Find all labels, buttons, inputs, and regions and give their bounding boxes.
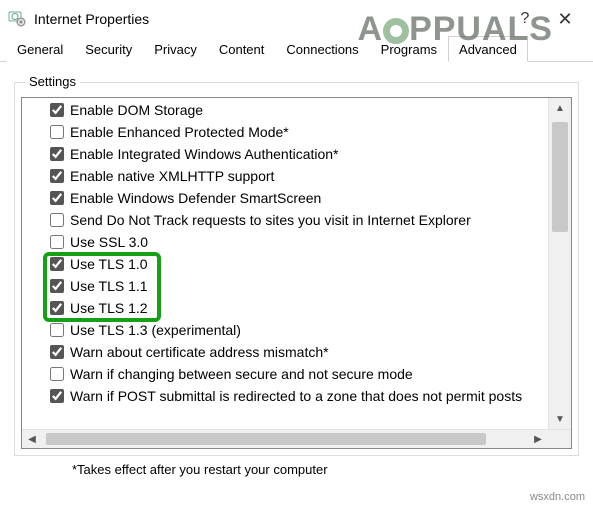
settings-label: Use TLS 1.1	[70, 278, 148, 294]
settings-label: Use TLS 1.2	[70, 300, 148, 316]
settings-row: Send Do Not Track requests to sites you …	[22, 209, 548, 231]
tab-general[interactable]: General	[6, 36, 74, 62]
settings-row: Warn about certificate address mismatch*	[22, 341, 548, 363]
settings-legend: Settings	[25, 74, 80, 89]
settings-checkbox[interactable]	[50, 213, 64, 227]
settings-label: Use SSL 3.0	[70, 234, 148, 250]
settings-checkbox[interactable]	[50, 279, 64, 293]
settings-row: Use TLS 1.3 (experimental)	[22, 319, 548, 341]
settings-row: Use TLS 1.2	[22, 297, 548, 319]
settings-label: Enable native XMLHTTP support	[70, 168, 274, 184]
tab-connections[interactable]: Connections	[275, 36, 369, 62]
settings-row: Enable DOM Storage	[22, 99, 548, 121]
tabstrip: GeneralSecurityPrivacyContentConnections…	[0, 36, 593, 62]
tab-privacy[interactable]: Privacy	[143, 36, 208, 62]
scroll-right-arrow[interactable]: ▶	[528, 430, 548, 448]
horizontal-scrollbar[interactable]: ◀ ▶	[22, 429, 571, 448]
scroll-left-arrow[interactable]: ◀	[22, 430, 42, 448]
settings-checkbox[interactable]	[50, 301, 64, 315]
settings-row: Enable native XMLHTTP support	[22, 165, 548, 187]
settings-row: Enable Integrated Windows Authentication…	[22, 143, 548, 165]
internet-options-icon	[8, 10, 26, 28]
settings-row: Warn if POST submittal is redirected to …	[22, 385, 548, 407]
settings-list: Enable DOM Storage Enable Enhanced Protec…	[22, 98, 548, 429]
settings-listbox: Enable DOM Storage Enable Enhanced Protec…	[21, 97, 572, 449]
settings-checkbox[interactable]	[50, 147, 64, 161]
tab-content-advanced: Settings Enable DOM Storage Enable Enhanc…	[0, 62, 593, 477]
restart-footnote: *Takes effect after you restart your com…	[14, 456, 579, 477]
settings-label: Warn about certificate address mismatch*	[70, 344, 329, 360]
close-button[interactable]: ✕	[545, 5, 585, 33]
settings-checkbox[interactable]	[50, 103, 64, 117]
settings-group: Settings Enable DOM StorageEnable Enhanc…	[14, 82, 579, 456]
settings-checkbox[interactable]	[50, 169, 64, 183]
settings-row: Use TLS 1.0	[22, 253, 548, 275]
settings-label: Warn if POST submittal is redirected to …	[70, 388, 522, 404]
source-watermark: wsxdn.com	[530, 491, 585, 503]
settings-label: Use TLS 1.0	[70, 256, 148, 272]
vertical-scroll-thumb[interactable]	[552, 122, 568, 232]
settings-label: Enable DOM Storage	[70, 102, 203, 118]
settings-row: Enable Enhanced Protected Mode*	[22, 121, 548, 143]
settings-label: Send Do Not Track requests to sites you …	[70, 212, 471, 228]
horizontal-scroll-thumb[interactable]	[46, 433, 486, 445]
settings-checkbox[interactable]	[50, 235, 64, 249]
settings-label: Enable Integrated Windows Authentication…	[70, 146, 339, 162]
tab-advanced[interactable]: Advanced	[448, 36, 528, 62]
tab-programs[interactable]: Programs	[370, 36, 448, 62]
settings-row: Warn if changing between secure and not …	[22, 363, 548, 385]
settings-checkbox[interactable]	[50, 125, 64, 139]
scroll-up-arrow[interactable]: ▲	[549, 98, 571, 118]
settings-label: Enable Windows Defender SmartScreen	[70, 190, 321, 206]
help-button[interactable]: ?	[505, 5, 545, 33]
settings-label: Use TLS 1.3 (experimental)	[70, 322, 241, 338]
scroll-corner	[548, 430, 571, 448]
settings-checkbox[interactable]	[50, 345, 64, 359]
settings-row: Enable Windows Defender SmartScreen	[22, 187, 548, 209]
window-title: Internet Properties	[34, 11, 149, 27]
settings-checkbox[interactable]	[50, 367, 64, 381]
settings-row: Use TLS 1.1	[22, 275, 548, 297]
settings-checkbox[interactable]	[50, 257, 64, 271]
settings-checkbox[interactable]	[50, 191, 64, 205]
settings-label: Enable Enhanced Protected Mode*	[70, 124, 289, 140]
settings-checkbox[interactable]	[50, 389, 64, 403]
settings-label: Warn if changing between secure and not …	[70, 366, 413, 382]
tab-security[interactable]: Security	[74, 36, 143, 62]
settings-row: Use SSL 3.0	[22, 231, 548, 253]
vertical-scrollbar[interactable]: ▲ ▼	[548, 98, 571, 429]
scroll-down-arrow[interactable]: ▼	[549, 409, 571, 429]
settings-checkbox[interactable]	[50, 323, 64, 337]
titlebar: Internet Properties ? ✕	[0, 0, 593, 36]
tab-content[interactable]: Content	[208, 36, 276, 62]
